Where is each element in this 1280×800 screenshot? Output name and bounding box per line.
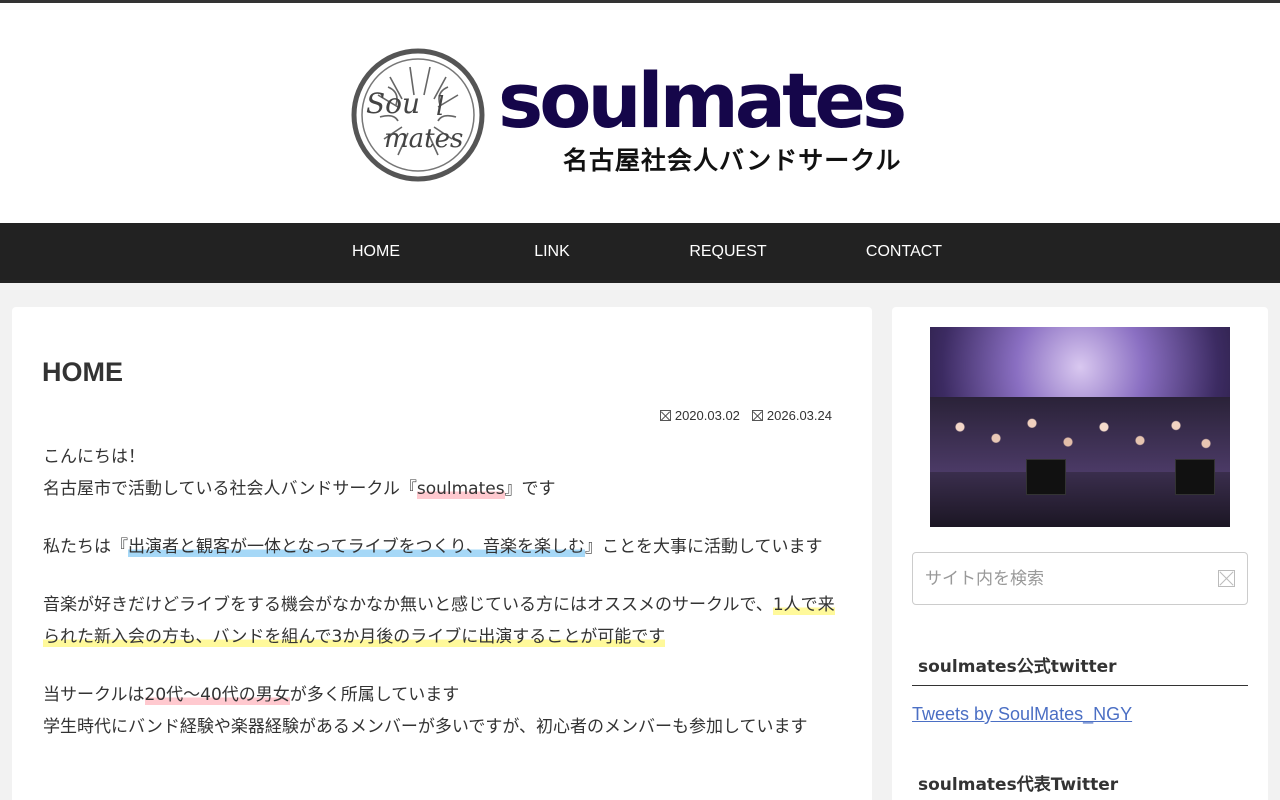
search-icon[interactable]: [1218, 570, 1235, 587]
widget-title-representative-twitter: soulmates代表Twitter: [918, 775, 1119, 795]
members-text-post: が多く所属しています: [289, 685, 460, 705]
post-dates: 2020.03.02 2026.03.24: [659, 408, 832, 423]
nav-item-request[interactable]: REQUEST: [640, 223, 816, 283]
main-content: HOME 2020.03.02 2026.03.24 こんにちは！ 名古屋市で活…: [12, 307, 872, 800]
site-header: Sou mates l soulmates 名古屋社会人バンドサークル: [0, 3, 1280, 223]
members-text-pre: 当サークルは: [43, 685, 145, 705]
svg-text:l: l: [436, 92, 444, 122]
mission-text-pre: 私たちは『: [43, 537, 128, 557]
svg-text:mates: mates: [384, 124, 463, 154]
logo-subtitle: 名古屋社会人バンドサークル: [563, 146, 902, 175]
site-logo-link[interactable]: Sou mates l soulmates 名古屋社会人バンドサークル: [350, 47, 922, 187]
soulmates-emblem-icon: Sou mates l: [351, 48, 485, 182]
page-title: HOME: [42, 357, 123, 387]
broken-glyph-icon: [659, 410, 671, 421]
updated-date-text: 2026.03.24: [766, 408, 832, 423]
global-nav: HOME LINK REQUEST CONTACT: [0, 223, 1280, 283]
svg-text:Sou: Sou: [366, 87, 420, 120]
mission-text-post: 』ことを大事に活動しています: [584, 537, 823, 557]
paragraph-members: 当サークルは20代～40代の男女が多く所属しています 学生時代にバンド経験や楽器…: [43, 679, 843, 743]
mission-highlight: 出演者と観客が一体となってライブをつくり、音楽を楽しむ: [128, 537, 585, 557]
search-box: [912, 552, 1248, 605]
intro-highlight-soulmates: soulmates: [416, 479, 505, 499]
nav-item-contact[interactable]: CONTACT: [816, 223, 992, 283]
paragraph-recommend: 音楽が好きだけどライブをする機会がなかなか無いと感じている方にはオススメのサーク…: [43, 589, 843, 653]
recommend-text-pre: 音楽が好きだけどライブをする機会がなかなか無いと感じている方にはオススメのサーク…: [43, 595, 773, 615]
intro-text-pre: 名古屋市で活動している社会人バンドサークル『: [43, 479, 417, 499]
search-input[interactable]: [925, 553, 1205, 604]
article-body: こんにちは！ 名古屋市で活動している社会人バンドサークル『soulmates』で…: [43, 441, 843, 769]
members-highlight: 20代～40代の男女: [144, 685, 290, 705]
greeting-text: こんにちは！: [43, 447, 145, 467]
sidebar: soulmates公式twitter Tweets by SoulMates_N…: [892, 307, 1268, 800]
published-date: 2020.03.02: [659, 408, 740, 423]
paragraph-mission: 私たちは『出演者と観客が一体となってライブをつくり、音楽を楽しむ』ことを大事に活…: [43, 531, 843, 563]
updated-date: 2026.03.24: [751, 408, 832, 423]
broken-glyph-icon: [751, 410, 763, 421]
widget-title-official-twitter: soulmates公式twitter: [912, 652, 1248, 686]
photo-amp-left: [1026, 459, 1066, 495]
members-experience-text: 学生時代にバンド経験や楽器経験があるメンバーが多いですが、初心者のメンバーも参加…: [43, 717, 808, 737]
logo-wordmark: soulmates: [498, 56, 907, 145]
photo-amp-right: [1175, 459, 1215, 495]
twitter-timeline-link[interactable]: Tweets by SoulMates_NGY: [912, 704, 1132, 725]
paragraph-greeting: こんにちは！ 名古屋市で活動している社会人バンドサークル『soulmates』で…: [43, 441, 843, 505]
intro-text-post: 』です: [504, 479, 556, 499]
band-group-photo: [930, 327, 1230, 527]
published-date-text: 2020.03.02: [674, 408, 740, 423]
nav-item-home[interactable]: HOME: [288, 223, 464, 283]
nav-item-link[interactable]: LINK: [464, 223, 640, 283]
